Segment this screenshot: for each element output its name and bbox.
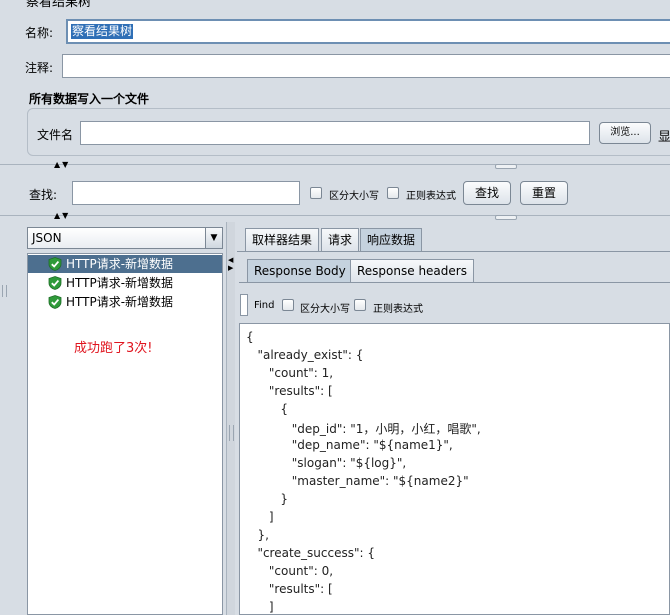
renderer-select[interactable]: JSON ▼ (27, 227, 223, 249)
regex-checkbox[interactable] (387, 187, 399, 199)
tab-response-body[interactable]: Response Body (247, 259, 353, 283)
pane-splitter[interactable] (226, 222, 235, 615)
find-regex-checkbox[interactable] (354, 299, 366, 311)
tree-item[interactable]: HTTP请求-新增数据 (28, 255, 222, 273)
tab-request[interactable]: 请求 (321, 228, 360, 252)
json-line: ] (246, 510, 274, 524)
comment-field[interactable] (62, 54, 670, 78)
tree-item[interactable]: HTTP请求-新增数据 (28, 293, 222, 311)
splitter-grip-icon[interactable] (229, 425, 234, 441)
find-case-checkbox[interactable] (282, 299, 294, 311)
case-sensitive-checkbox[interactable] (310, 187, 322, 199)
success-annotation: 成功跑了3次! (74, 341, 153, 356)
json-line: "count": 0, (246, 564, 334, 578)
search-label: 查找: (29, 188, 58, 202)
find-case-label: 区分大小写 (300, 304, 350, 315)
json-line: "dep_name": "${name1}", (246, 438, 453, 452)
name-field-value: 察看结果树 (71, 24, 134, 39)
browse-button[interactable]: 浏览... (599, 122, 651, 144)
json-line: "already_exist": { (246, 348, 364, 362)
regex-label: 正则表达式 (406, 191, 456, 202)
subtab-strip-line (239, 282, 670, 283)
response-body-textarea[interactable]: { "already_exist": { "count": 1, "result… (239, 323, 670, 615)
find-label: Find (254, 300, 275, 311)
tab-response-data[interactable]: 响应数据 (360, 228, 423, 252)
success-shield-icon (48, 295, 62, 309)
find-bar-handle[interactable] (240, 294, 248, 316)
name-label: 名称: (25, 26, 54, 40)
file-section-title: 所有数据写入一个文件 (29, 92, 150, 106)
json-line: "count": 1, (246, 366, 334, 380)
name-field[interactable]: 察看结果树 (66, 19, 670, 44)
json-line: "create_success": { (246, 546, 376, 560)
comment-label: 注释: (25, 61, 54, 75)
json-line: }, (246, 528, 269, 542)
json-line: ] (246, 600, 274, 614)
left-edge-grip-icon[interactable] (2, 285, 7, 297)
success-shield-icon (48, 257, 62, 271)
search-input[interactable] (72, 181, 300, 205)
split-arrows-icon[interactable]: ▲▼ (54, 160, 70, 169)
display-label: 显 (658, 130, 670, 145)
tab-strip-line (237, 251, 670, 252)
filename-label: 文件名 (37, 128, 74, 142)
case-sensitive-label: 区分大小写 (329, 191, 379, 202)
json-line: "slogan": "${log}", (246, 456, 407, 470)
search-button[interactable]: 查找 (463, 181, 511, 205)
split-grip-icon[interactable] (495, 164, 517, 169)
split-divider-top[interactable] (0, 164, 670, 165)
tab-sampler-result[interactable]: 取样器结果 (245, 228, 320, 252)
tree-item-label: HTTP请求-新增数据 (66, 257, 174, 271)
tree-item-label: HTTP请求-新增数据 (66, 276, 174, 290)
find-regex-label: 正则表达式 (373, 304, 423, 315)
reset-button[interactable]: 重置 (520, 181, 568, 205)
tree-item-label: HTTP请求-新增数据 (66, 295, 174, 309)
split-divider-bottom[interactable] (0, 215, 670, 216)
splitter-arrows-icon[interactable]: ◀ ▶ (228, 256, 233, 272)
panel-title: 察看结果树 (26, 0, 92, 10)
split-grip-icon-2[interactable] (495, 215, 517, 220)
tab-response-headers[interactable]: Response headers (350, 259, 474, 283)
json-line: "master_name": "${name2}" (246, 474, 469, 488)
chevron-down-icon[interactable]: ▼ (205, 228, 222, 248)
renderer-select-value: JSON (32, 231, 62, 245)
filename-input[interactable] (80, 121, 590, 145)
tree-item[interactable]: HTTP请求-新增数据 (28, 274, 222, 292)
json-line: } (246, 492, 288, 506)
json-line: "results": [ (246, 384, 333, 398)
split-arrows-icon-2[interactable]: ▲▼ (54, 211, 70, 220)
json-line: { (246, 330, 254, 344)
json-line: "dep_id": "1，小明，小红，唱歌", (246, 422, 481, 436)
json-line: { (246, 402, 288, 416)
json-line: "results": [ (246, 582, 333, 596)
success-shield-icon (48, 276, 62, 290)
